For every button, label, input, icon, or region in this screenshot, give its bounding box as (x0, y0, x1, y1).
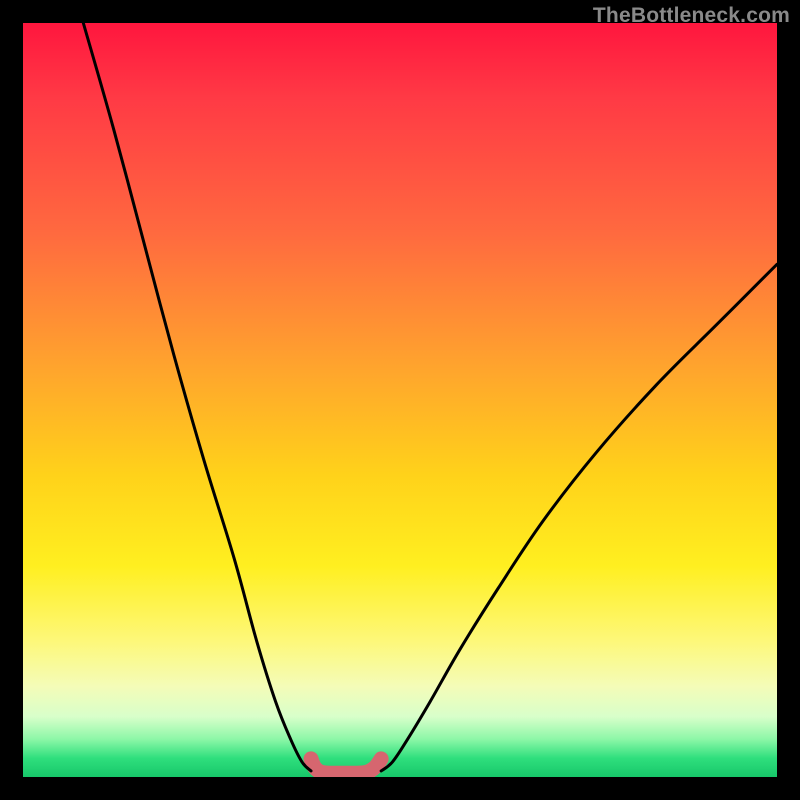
plot-area (23, 23, 777, 777)
watermark-text: TheBottleneck.com (593, 4, 790, 28)
chart-frame: TheBottleneck.com (0, 0, 800, 800)
valley-marker (311, 759, 381, 773)
right-curve (381, 264, 777, 771)
curves-layer (23, 23, 777, 777)
left-curve (83, 23, 311, 771)
